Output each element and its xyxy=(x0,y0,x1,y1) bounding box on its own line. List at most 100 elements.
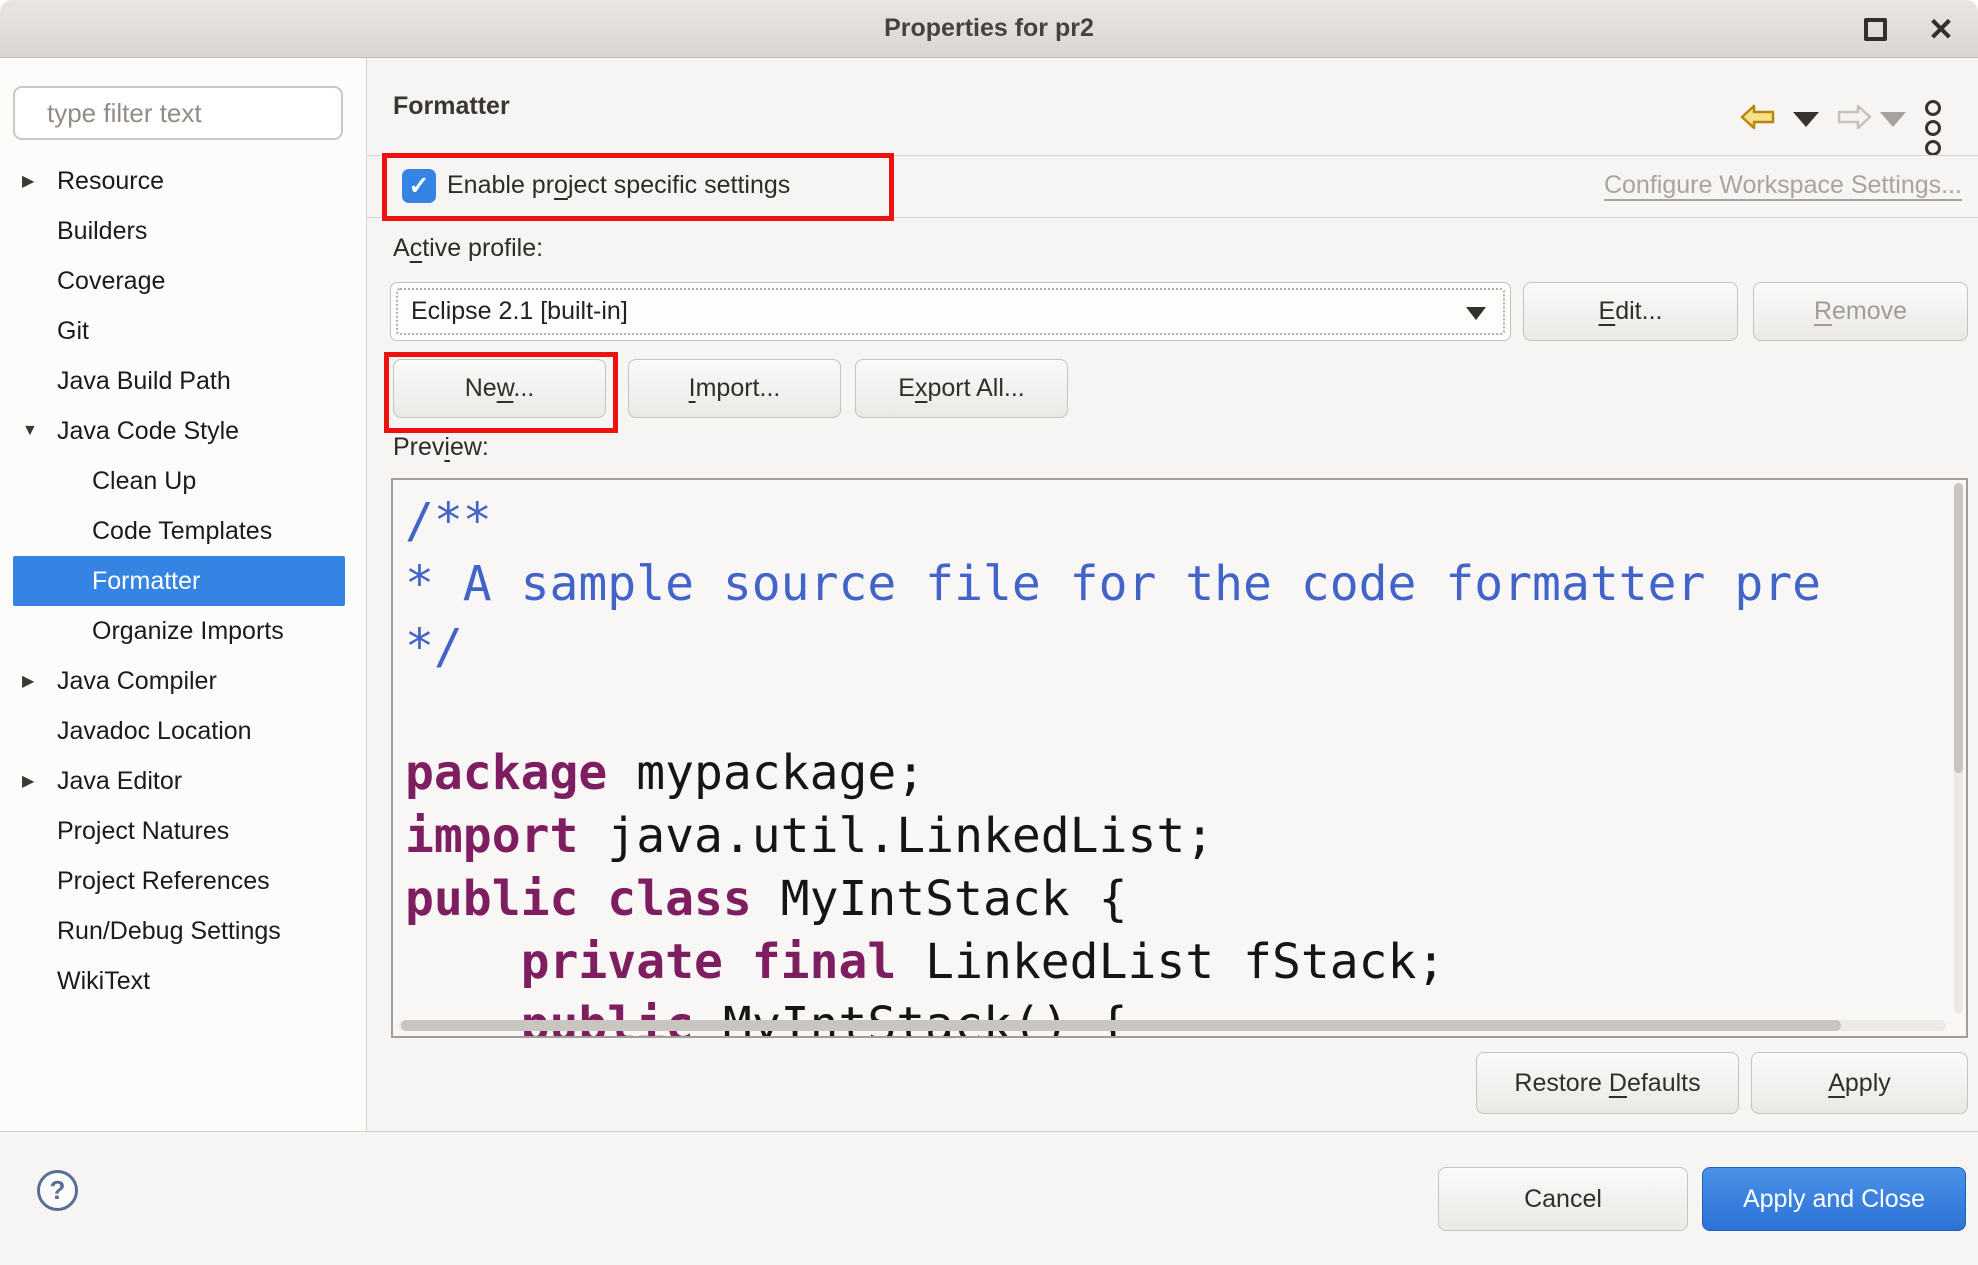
apply-and-close-button[interactable]: Apply and Close xyxy=(1702,1167,1966,1231)
label-mnemonic: E xyxy=(1599,297,1616,325)
sidebar-item-project-natures[interactable]: Project Natures xyxy=(13,806,345,856)
sidebar-item-label: Java Build Path xyxy=(57,367,231,396)
keyword-token: package xyxy=(405,745,607,801)
label-text: efaults xyxy=(1627,1069,1701,1097)
checkmark-icon: ✓ xyxy=(409,174,430,199)
cancel-button[interactable]: Cancel xyxy=(1438,1167,1688,1231)
label-mnemonic: x xyxy=(915,374,928,402)
apply-button[interactable]: Apply xyxy=(1751,1052,1968,1114)
code-line: package mypackage; xyxy=(405,742,1952,805)
close-icon: ✕ xyxy=(1928,14,1954,45)
vertical-scrollbar[interactable] xyxy=(1954,483,1963,1014)
label-text: emove xyxy=(1832,297,1907,325)
keyword-token: public class xyxy=(405,871,752,927)
close-button[interactable]: ✕ xyxy=(1918,8,1964,50)
maximize-icon xyxy=(1864,18,1887,41)
vertical-scrollbar-thumb[interactable] xyxy=(1954,483,1963,773)
sidebar-item-organize-imports[interactable]: Organize Imports xyxy=(13,606,345,656)
new-button[interactable]: New... xyxy=(393,359,606,418)
window-title: Properties for pr2 xyxy=(0,0,1978,57)
preview-pane[interactable]: /** * A sample source file for the code f… xyxy=(391,478,1968,1038)
code-line: */ xyxy=(405,616,1952,679)
sidebar-item-label: Builders xyxy=(57,217,147,246)
label-text: dit... xyxy=(1615,297,1662,325)
label-text: port All... xyxy=(927,374,1024,402)
sidebar-item-resource[interactable]: ▶Resource xyxy=(13,156,345,206)
filter-input[interactable] xyxy=(13,86,343,140)
code-line: * A sample source file for the code form… xyxy=(405,553,1952,616)
sidebar-item-run-debug-settings[interactable]: Run/Debug Settings xyxy=(13,906,345,956)
forward-history-button[interactable] xyxy=(1878,110,1908,128)
titlebar[interactable]: Properties for pr2 ✕ xyxy=(0,0,1978,58)
comment-token: * A sample source file for the code form… xyxy=(405,556,1821,612)
remove-button[interactable]: Remove xyxy=(1753,282,1968,341)
triangle-right-icon[interactable]: ▶ xyxy=(22,771,34,791)
sidebar-item-label: Git xyxy=(57,317,89,346)
label-text: mport... xyxy=(696,374,781,402)
sidebar-item-coverage[interactable]: Coverage xyxy=(13,256,345,306)
maximize-button[interactable] xyxy=(1852,8,1898,50)
code-token: java.util.LinkedList; xyxy=(578,808,1214,864)
sidebar-item-project-references[interactable]: Project References xyxy=(13,856,345,906)
label-text: ... xyxy=(513,374,534,402)
back-button[interactable] xyxy=(1738,102,1778,132)
enable-project-specific-settings-checkbox[interactable]: ✓ xyxy=(402,169,436,203)
label-mnemonic: D xyxy=(1609,1069,1627,1097)
restore-defaults-button[interactable]: Restore Defaults xyxy=(1476,1052,1739,1114)
footer-separator xyxy=(0,1131,1978,1132)
sidebar-item-builders[interactable]: Builders xyxy=(13,206,345,256)
overflow-menu-icon xyxy=(1925,140,1941,156)
horizontal-scrollbar[interactable] xyxy=(399,1020,1946,1031)
code-line: public class MyIntStack { xyxy=(405,868,1952,931)
sidebar-item-label: Java Editor xyxy=(57,767,182,796)
sidebar-item-label: Organize Imports xyxy=(92,617,284,646)
import-button[interactable]: Import... xyxy=(628,359,841,418)
preview-label: Preview: xyxy=(393,433,489,462)
triangle-down-icon[interactable]: ▼ xyxy=(22,422,38,440)
label-text: E xyxy=(898,374,915,402)
active-profile-label: Active profile: xyxy=(393,234,543,263)
sidebar-item-javadoc-location[interactable]: Javadoc Location xyxy=(13,706,345,756)
question-mark-icon: ? xyxy=(50,1175,66,1206)
sidebar-item-clean-up[interactable]: Clean Up xyxy=(13,456,345,506)
edit-button[interactable]: Edit... xyxy=(1523,282,1738,341)
comment-token: /** xyxy=(405,493,492,549)
sidebar-item-git[interactable]: Git xyxy=(13,306,345,356)
sidebar-item-java-editor[interactable]: ▶ Java Editor xyxy=(13,756,345,806)
keyword-token: private final xyxy=(521,934,897,990)
sidebar-item-java-build-path[interactable]: Java Build Path xyxy=(13,356,345,406)
sidebar-item-wikitext[interactable]: WikiText xyxy=(13,956,345,1006)
comment-token: */ xyxy=(405,619,463,675)
code-token xyxy=(405,934,521,990)
sidebar-item-label: WikiText xyxy=(57,967,150,996)
label-text: Ne xyxy=(465,374,497,402)
back-history-button[interactable] xyxy=(1791,110,1821,128)
triangle-right-icon[interactable]: ▶ xyxy=(22,171,34,191)
triangle-right-icon[interactable]: ▶ xyxy=(22,671,34,691)
sidebar-item-code-templates[interactable]: Code Templates xyxy=(13,506,345,556)
sidebar-item-java-code-style[interactable]: ▼ Java Code Style xyxy=(13,406,345,456)
triangle-down-icon xyxy=(1793,112,1819,127)
label-mnemonic: w xyxy=(497,374,514,402)
label-mnemonic: I xyxy=(689,374,696,402)
configure-workspace-settings-link[interactable]: Configure Workspace Settings... xyxy=(1604,171,1962,200)
code-line xyxy=(405,679,1952,742)
label-text: Prev xyxy=(393,433,444,461)
enable-project-specific-settings-label[interactable]: Enable project specific settings xyxy=(447,171,790,200)
export-all-button[interactable]: Export All... xyxy=(855,359,1068,418)
back-arrow-icon xyxy=(1739,103,1777,131)
horizontal-scrollbar-thumb[interactable] xyxy=(401,1020,1841,1031)
sidebar-item-java-compiler[interactable]: ▶Java Compiler xyxy=(13,656,345,706)
help-button[interactable]: ? xyxy=(37,1170,78,1211)
sidebar-item-label: Clean Up xyxy=(92,467,196,496)
forward-button[interactable] xyxy=(1834,102,1874,132)
sidebar-item-formatter[interactable]: Formatter xyxy=(13,556,345,606)
sidebar-item-label: Java Code Style xyxy=(57,417,239,446)
code-token: LinkedList fStack; xyxy=(896,934,1445,990)
view-menu-button[interactable] xyxy=(1918,96,1948,146)
overflow-menu-icon xyxy=(1925,120,1941,136)
label-mnemonic: R xyxy=(1814,297,1832,325)
active-profile-select[interactable]: Eclipse 2.1 [built-in] xyxy=(390,282,1511,341)
sidebar: ▶Resource Builders Coverage Git Java Build P… xyxy=(0,58,367,1131)
active-profile-value: Eclipse 2.1 [built-in] xyxy=(411,283,628,340)
